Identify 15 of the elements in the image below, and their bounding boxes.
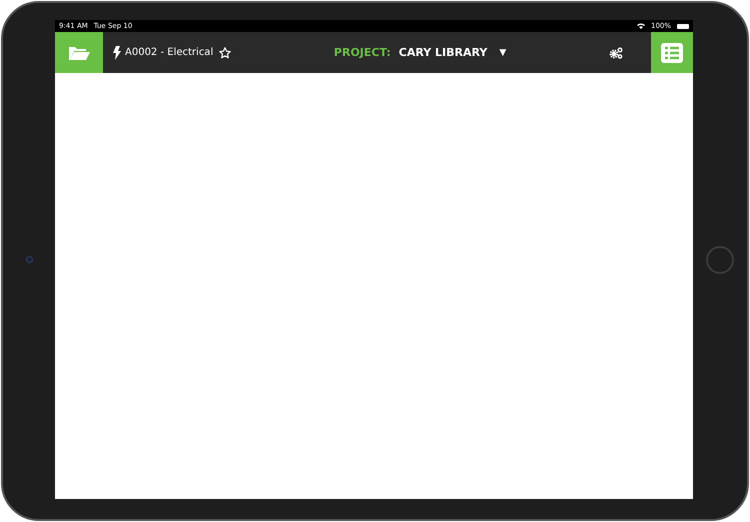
gears-icon[interactable]: [609, 46, 623, 58]
dropdown-caret[interactable]: ▼: [499, 48, 506, 58]
folder-button[interactable]: [55, 32, 103, 73]
folder-icon: [68, 44, 90, 60]
list-icon: [661, 42, 683, 62]
project-label: PROJECT:: [334, 46, 391, 59]
camera: [26, 256, 32, 263]
battery-icon: [677, 24, 689, 28]
list-button[interactable]: [651, 32, 693, 73]
document-title: A0002 - Electrical: [125, 47, 214, 58]
project-name[interactable]: CARY LIBRARY: [398, 46, 488, 59]
home-button[interactable]: [706, 246, 734, 274]
wifi-icon: [636, 23, 645, 29]
star-icon[interactable]: [219, 46, 232, 58]
lightning-icon: [113, 46, 121, 60]
